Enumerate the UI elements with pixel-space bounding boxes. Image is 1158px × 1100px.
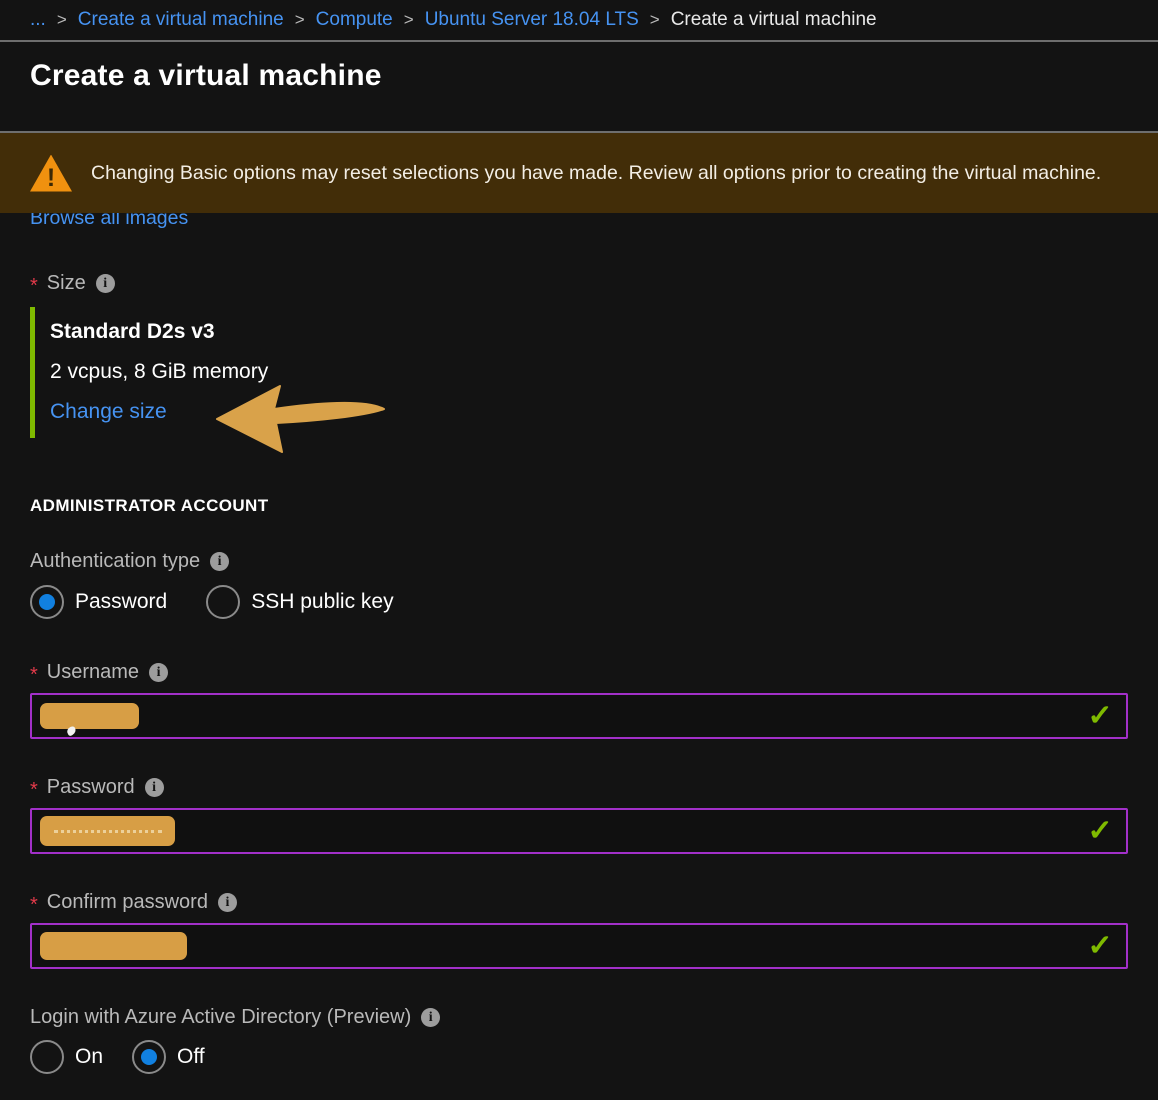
valid-check-icon: ✓ — [1087, 817, 1113, 846]
redaction-blob — [40, 816, 175, 846]
radio-option-password[interactable]: Password — [30, 585, 167, 619]
radio-option-off[interactable]: Off — [132, 1040, 205, 1074]
breadcrumb-separator-icon: > — [650, 10, 660, 30]
radio-label: On — [75, 1045, 103, 1069]
info-icon[interactable]: i — [96, 274, 115, 293]
page-title: Create a virtual machine — [30, 59, 1128, 93]
password-input[interactable]: ✓ — [30, 808, 1128, 854]
username-label: Username — [47, 661, 139, 684]
radio-unselected-icon[interactable] — [30, 1040, 64, 1074]
size-value-name: Standard D2s v3 — [50, 319, 1128, 344]
aad-login-label: Login with Azure Active Directory (Previ… — [30, 1006, 411, 1029]
breadcrumb-separator-icon: > — [57, 10, 67, 30]
valid-check-icon: ✓ — [1087, 932, 1113, 961]
size-label: Size — [47, 272, 86, 295]
required-asterisk: * — [30, 894, 38, 917]
required-asterisk: * — [30, 779, 38, 802]
radio-option-on[interactable]: On — [30, 1040, 103, 1074]
breadcrumb: ... > Create a virtual machine > Compute… — [0, 0, 1158, 42]
valid-check-icon: ✓ — [1087, 702, 1113, 731]
size-value-specs: 2 vcpus, 8 GiB memory — [50, 359, 1128, 384]
username-label-row: * Username i — [30, 661, 1128, 684]
confirm-password-input[interactable]: ✓ — [30, 923, 1128, 969]
warning-banner: ! Changing Basic options may reset selec… — [0, 131, 1158, 213]
info-icon[interactable]: i — [145, 778, 164, 797]
text-descender — [66, 725, 78, 736]
warning-banner-text: Changing Basic options may reset selecti… — [91, 158, 1101, 189]
form-content: Browse all images * Size i Standard D2s … — [0, 207, 1158, 1074]
info-icon[interactable]: i — [218, 893, 237, 912]
radio-selected-icon[interactable] — [132, 1040, 166, 1074]
size-label-row: * Size i — [30, 272, 1128, 295]
required-asterisk: * — [30, 664, 38, 687]
password-dots — [54, 830, 162, 833]
password-label-row: * Password i — [30, 776, 1128, 799]
required-asterisk: * — [30, 275, 38, 298]
annotation-arrow-icon — [215, 379, 387, 457]
info-icon[interactable]: i — [149, 663, 168, 682]
confirm-password-label: Confirm password — [47, 891, 208, 914]
breadcrumb-ellipsis[interactable]: ... — [30, 9, 46, 31]
breadcrumb-create-vm[interactable]: Create a virtual machine — [78, 9, 284, 31]
change-size-link[interactable]: Change size — [50, 399, 167, 424]
breadcrumb-compute[interactable]: Compute — [316, 9, 393, 31]
auth-type-label: Authentication type — [30, 550, 200, 573]
breadcrumb-current-page: Create a virtual machine — [671, 9, 877, 31]
redaction-blob — [40, 932, 187, 960]
confirm-password-label-row: * Confirm password i — [30, 891, 1128, 914]
radio-label: Password — [75, 590, 167, 614]
radio-selected-icon[interactable] — [30, 585, 64, 619]
aad-login-label-row: Login with Azure Active Directory (Previ… — [30, 1006, 1128, 1029]
info-icon[interactable]: i — [210, 552, 229, 571]
section-administrator-account: ADMINISTRATOR ACCOUNT — [30, 496, 1128, 516]
breadcrumb-ubuntu-server[interactable]: Ubuntu Server 18.04 LTS — [425, 9, 639, 31]
page-header: Create a virtual machine — [0, 42, 1158, 131]
redaction-blob — [40, 703, 139, 729]
password-label: Password — [47, 776, 135, 799]
breadcrumb-separator-icon: > — [404, 10, 414, 30]
radio-label: SSH public key — [251, 590, 393, 614]
breadcrumb-separator-icon: > — [295, 10, 305, 30]
info-icon[interactable]: i — [421, 1008, 440, 1027]
warning-triangle-icon: ! — [30, 155, 72, 192]
aad-login-options: On Off — [30, 1040, 1128, 1074]
size-selection-box: Standard D2s v3 2 vcpus, 8 GiB memory Ch… — [30, 307, 1128, 438]
auth-type-label-row: Authentication type i — [30, 550, 1128, 573]
radio-unselected-icon[interactable] — [206, 585, 240, 619]
auth-type-options: Password SSH public key — [30, 585, 1128, 619]
create-vm-page: ... > Create a virtual machine > Compute… — [0, 0, 1158, 1100]
username-input[interactable]: ✓ — [30, 693, 1128, 739]
radio-label: Off — [177, 1045, 205, 1069]
radio-option-ssh-public-key[interactable]: SSH public key — [206, 585, 393, 619]
warning-exclamation-glyph: ! — [47, 166, 55, 191]
